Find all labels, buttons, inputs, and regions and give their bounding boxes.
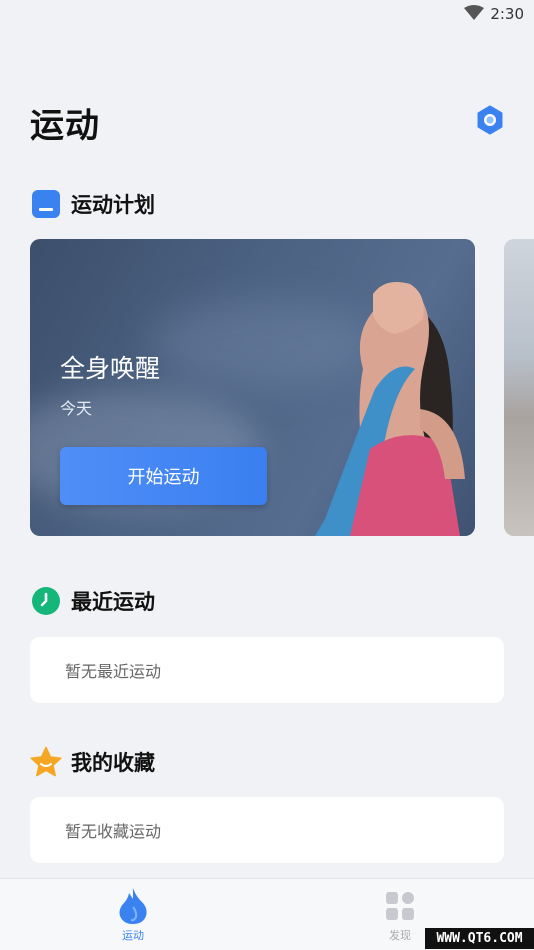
- recent-empty-text: 暂无最近运动: [65, 662, 162, 681]
- favorites-section-header: 我的收藏: [30, 746, 155, 778]
- wifi-icon: [464, 5, 484, 20]
- tab-sport[interactable]: 运动: [73, 879, 193, 950]
- favorites-section-title: 我的收藏: [71, 751, 155, 775]
- settings-gear-icon[interactable]: [475, 105, 505, 135]
- next-plan-card[interactable]: [504, 239, 534, 536]
- plan-section-title: 运动计划: [71, 193, 155, 217]
- status-time: 2:30: [490, 5, 524, 23]
- clock-icon: [30, 585, 62, 617]
- grid-icon: [386, 892, 414, 920]
- plan-section-header: 运动计划: [30, 188, 155, 220]
- page-title: 运动: [30, 106, 100, 146]
- recent-section-title: 最近运动: [71, 590, 155, 614]
- favorites-empty-text: 暂无收藏运动: [65, 822, 162, 841]
- flame-icon: [119, 888, 147, 924]
- athlete-photo: [315, 281, 465, 536]
- recent-empty-card: 暂无最近运动: [30, 637, 504, 703]
- plan-card[interactable]: 全身唤醒 今天 开始运动: [30, 239, 475, 536]
- plan-name: 全身唤醒: [60, 354, 161, 383]
- tab-sport-label: 运动: [122, 929, 144, 942]
- recent-section-header: 最近运动: [30, 585, 155, 617]
- status-bar: 2:30: [0, 0, 534, 30]
- watermark: WWW.QT6.COM: [425, 928, 534, 949]
- plan-icon: [30, 188, 62, 220]
- plan-date: 今天: [60, 399, 93, 418]
- start-workout-button[interactable]: 开始运动: [60, 447, 267, 505]
- star-icon: [30, 746, 62, 778]
- favorites-empty-card: 暂无收藏运动: [30, 797, 504, 863]
